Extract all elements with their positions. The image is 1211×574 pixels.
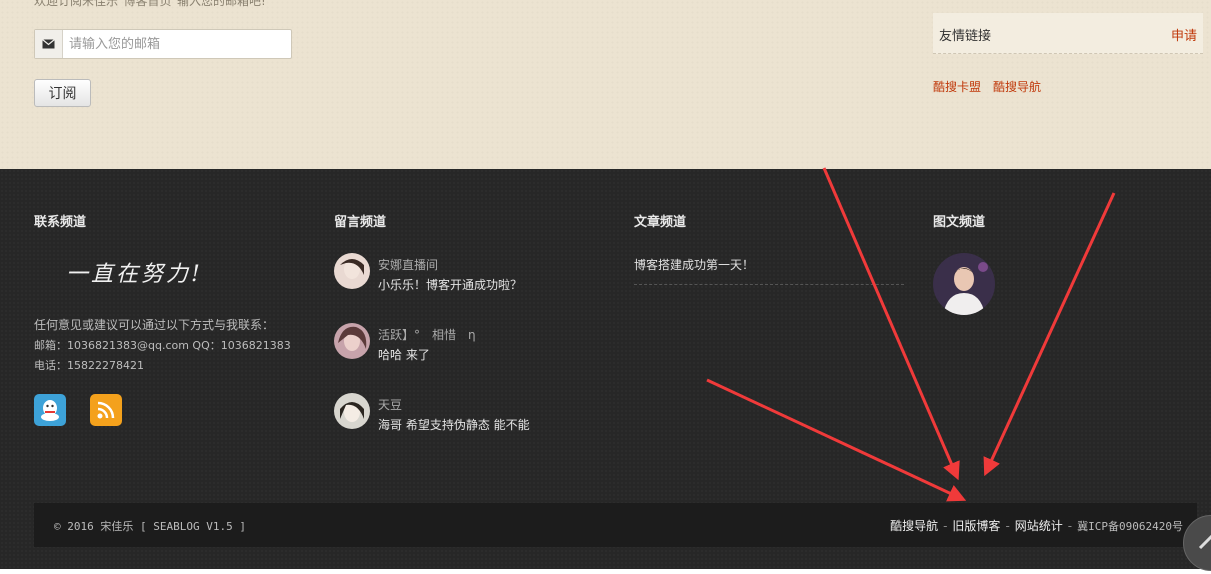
comment-channel-title: 留言频道 — [334, 215, 387, 230]
link-separator: - — [943, 519, 948, 533]
subscribe-intro: 欢迎订阅宋佳乐"博客首页"输入您的邮箱吧! — [34, 0, 266, 8]
bottom-link-old-blog[interactable]: 旧版博客 — [952, 519, 1000, 533]
copyright: © 2016 宋佳乐 [ SEABLOG V1.5 ] — [54, 520, 246, 533]
bottom-link-navigation[interactable]: 酷搜导航 — [890, 519, 938, 533]
bottom-bar: © 2016 宋佳乐 [ SEABLOG V1.5 ] 酷搜导航 - 旧版博客 - 网站… — [34, 503, 1197, 547]
contact-email: 邮箱：1036821383@qq.com QQ：1036821383 — [34, 339, 291, 352]
email-input[interactable] — [69, 34, 279, 54]
contact-lead: 任何意见或建议可以通过以下方式与我联系： — [34, 318, 275, 332]
back-to-top-button[interactable] — [1183, 515, 1211, 571]
bottom-link-statistics[interactable]: 网站统计 — [1015, 519, 1063, 533]
avatar[interactable] — [334, 393, 370, 429]
qq-icon[interactable] — [34, 394, 66, 426]
article-link[interactable]: 博客搭建成功第一天！ — [634, 256, 904, 285]
mail-icon — [35, 30, 63, 58]
friend-links-header: 友情链接 申请 — [933, 13, 1203, 54]
email-field[interactable] — [34, 29, 292, 59]
friend-link[interactable]: 酷搜导航 — [993, 78, 1041, 95]
rss-icon[interactable] — [90, 394, 122, 426]
icp-record[interactable]: 冀ICP备09062420号 — [1077, 520, 1183, 533]
contact-channel-title: 联系频道 — [34, 215, 87, 230]
avatar[interactable] — [334, 253, 370, 289]
comment-author[interactable]: 天豆 — [378, 396, 402, 413]
article-channel-title: 文章频道 — [634, 215, 687, 230]
subscribe-button[interactable]: 订阅 — [34, 79, 91, 107]
comment-author[interactable]: 活跃】° 相惜 η — [378, 326, 476, 343]
friend-links-title: 友情链接 — [939, 29, 992, 44]
comment-text[interactable]: 哈哈 来了 — [378, 346, 430, 363]
comment-text[interactable]: 小乐乐！博客开通成功啦？ — [378, 276, 522, 293]
comment-author[interactable]: 安娜直播间 — [378, 256, 438, 273]
link-separator: - — [1005, 519, 1010, 533]
link-separator: - — [1067, 519, 1073, 533]
apply-link[interactable]: 申请 — [1171, 25, 1197, 44]
signature-image: 一直在努力! — [66, 262, 203, 287]
gallery-thumbnail[interactable] — [933, 253, 995, 315]
gallery-channel-title: 图文频道 — [933, 215, 986, 230]
comment-text[interactable]: 海哥 希望支持伪静态 能不能 — [378, 416, 530, 433]
friend-link[interactable]: 酷搜卡盟 — [933, 78, 981, 95]
bottom-links: 酷搜导航 - 旧版博客 - 网站统计 - 冀ICP备09062420号 — [890, 517, 1183, 534]
avatar[interactable] — [334, 323, 370, 359]
chevron-up-icon — [1198, 534, 1211, 550]
contact-phone: 电话：15822278421 — [34, 359, 144, 372]
